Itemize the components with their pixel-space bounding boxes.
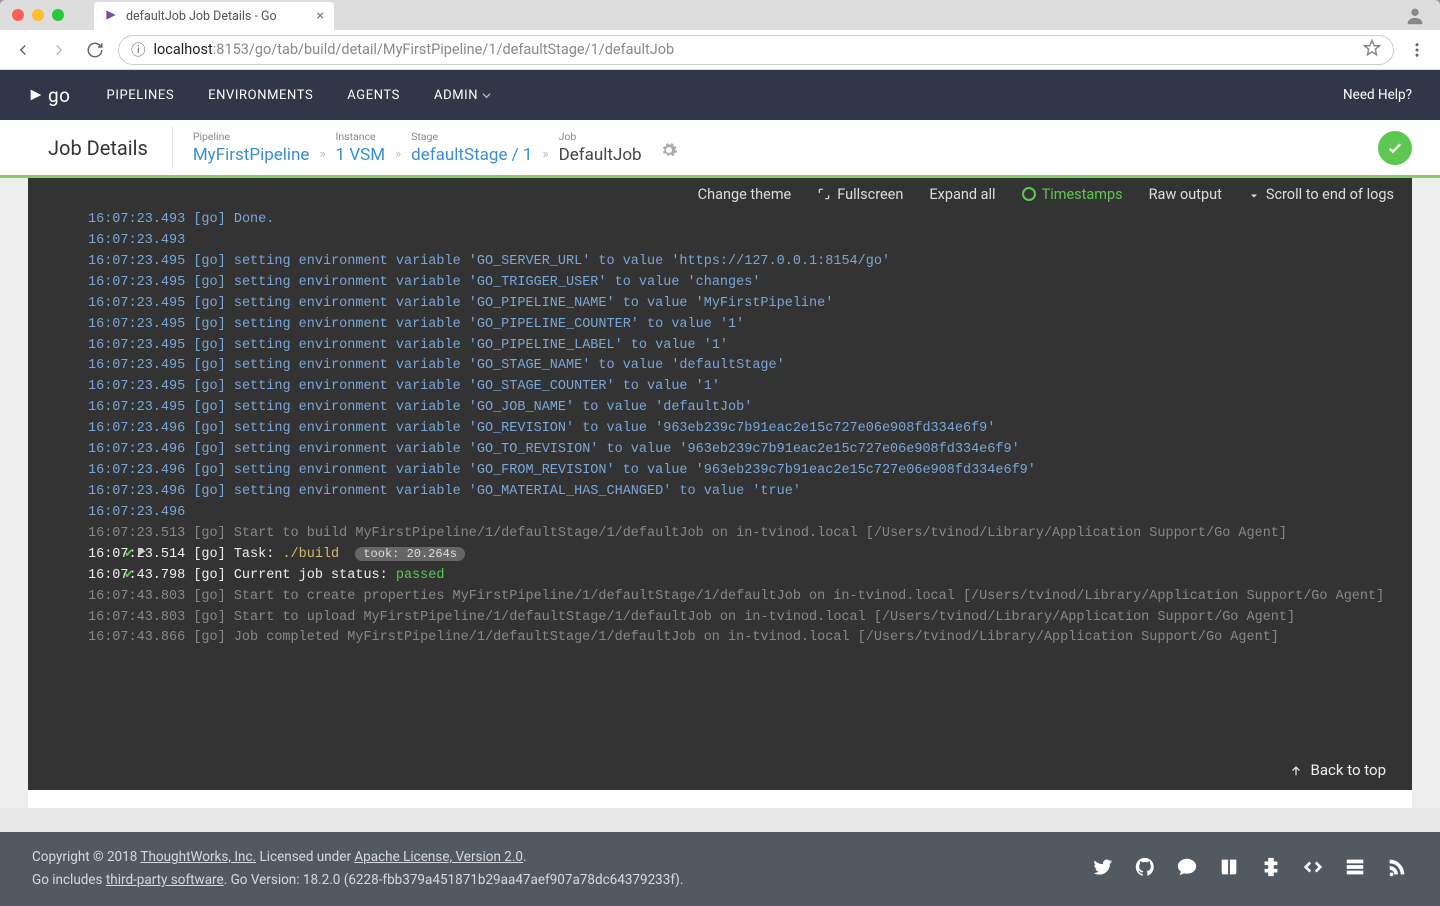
app-header: go PIPELINES ENVIRONMENTS AGENTS ADMIN N… [0,70,1440,120]
raw-output-button[interactable]: Raw output [1149,186,1222,203]
bc-sep-icon: » [542,147,548,165]
traffic-lights [8,9,64,21]
browser-tab-strip: defaultJob Job Details - Go × [94,0,334,30]
expand-all-button[interactable]: Expand all [929,186,995,203]
change-theme-button[interactable]: Change theme [698,186,792,203]
rss-icon[interactable] [1386,856,1408,882]
window-close-button[interactable] [12,9,24,21]
bc-sep-icon: » [319,147,325,165]
bc-stage-link[interactable]: defaultStage / 1 [411,145,532,165]
browser-reload-button[interactable] [82,37,108,63]
browser-forward-button[interactable] [46,37,72,63]
browser-profile-icon[interactable] [1404,5,1426,31]
browser-address-bar: ⓘ localhost:8153/go/tab/build/detail/MyF… [0,30,1440,70]
tab-title: defaultJob Job Details - Go [126,9,277,24]
nav-environments[interactable]: ENVIRONMENTS [208,88,313,103]
bc-instance-link[interactable]: 1 VSM [336,145,386,165]
timestamps-toggle[interactable]: Timestamps [1022,186,1123,203]
footer-link-third-party[interactable]: third-party software [106,872,224,888]
job-details-bar: Job Details Pipeline MyFirstPipeline » I… [0,120,1440,178]
window-minimize-button[interactable] [32,9,44,21]
plugin-icon[interactable] [1260,856,1282,882]
footer-social-icons [1092,856,1408,882]
job-status-passed-badge [1378,131,1412,165]
footer-link-thoughtworks[interactable]: ThoughtWorks, Inc. [140,849,256,865]
bc-label-pipeline: Pipeline [193,130,310,143]
bc-job-current: DefaultJob [559,145,642,165]
app-logo[interactable]: go [28,84,71,107]
fullscreen-button[interactable]: Fullscreen [817,186,903,203]
arrow-up-icon [1289,763,1303,777]
chevron-down-icon [482,91,491,100]
nav-agents[interactable]: AGENTS [347,88,400,103]
bc-label-stage: Stage [411,130,532,143]
browser-tab-active[interactable]: defaultJob Job Details - Go × [94,2,334,30]
back-to-top-button[interactable]: Back to top [28,750,1412,790]
browser-menu-icon[interactable] [1404,37,1430,63]
site-info-icon[interactable]: ⓘ [131,39,146,60]
footer-link-apache-license[interactable]: Apache License, Version 2.0 [354,849,523,865]
bc-sep-icon: » [395,147,401,165]
server-icon[interactable] [1344,856,1366,882]
main-nav: PIPELINES ENVIRONMENTS AGENTS ADMIN [107,88,492,103]
tab-favicon-icon [104,7,118,26]
twitter-icon[interactable] [1092,856,1114,882]
api-icon[interactable] [1302,856,1324,882]
window-maximize-button[interactable] [52,9,64,21]
fullscreen-icon [817,187,831,201]
tab-close-icon[interactable]: × [317,8,324,24]
settings-gear-icon[interactable] [660,141,678,165]
browser-back-button[interactable] [10,37,36,63]
book-icon[interactable] [1218,856,1240,882]
breadcrumb: Pipeline MyFirstPipeline » Instance 1 VS… [173,130,678,165]
need-help-link[interactable]: Need Help? [1343,87,1412,103]
window-titlebar: defaultJob Job Details - Go × [0,0,1440,30]
console-panel: Change theme Fullscreen Expand all Times… [28,178,1412,808]
nav-admin[interactable]: ADMIN [434,88,491,103]
github-icon[interactable] [1134,856,1156,882]
url-path: :8153/go/tab/build/detail/MyFirstPipelin… [213,41,674,58]
url-input[interactable]: ⓘ localhost:8153/go/tab/build/detail/MyF… [118,35,1394,65]
arrow-down-icon [1248,188,1260,200]
bc-label-instance: Instance [336,130,386,143]
url-host: localhost [154,41,213,58]
page-title: Job Details [48,127,173,169]
bc-label-job: Job [559,130,642,143]
scroll-to-end-button[interactable]: Scroll to end of logs [1248,186,1394,203]
nav-pipelines[interactable]: PIPELINES [107,88,175,103]
app-footer: Copyright © 2018 ThoughtWorks, Inc. Lice… [0,832,1440,906]
bookmark-star-icon[interactable] [1363,39,1381,61]
chat-icon[interactable] [1176,856,1198,882]
clock-icon [1022,187,1036,201]
footer-text: Copyright © 2018 ThoughtWorks, Inc. Lice… [32,846,683,892]
bc-pipeline-link[interactable]: MyFirstPipeline [193,145,310,165]
console-output[interactable]: 16:07:23.493 [go] Done.16:07:23.493 16:0… [28,210,1412,750]
console-toolbar: Change theme Fullscreen Expand all Times… [28,178,1412,210]
page-body: Change theme Fullscreen Expand all Times… [0,178,1440,808]
app-logo-text: go [48,84,71,107]
